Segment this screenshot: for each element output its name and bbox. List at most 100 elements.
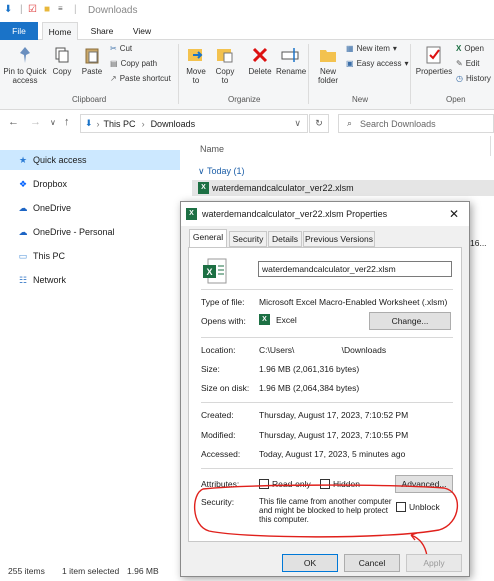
breadcrumb-this-pc[interactable]: This PC: [104, 119, 136, 129]
properties-button[interactable]: Properties: [414, 46, 454, 76]
ok-button[interactable]: OK: [282, 554, 338, 572]
refresh-button[interactable]: ↻: [309, 114, 329, 133]
new-folder-button[interactable]: New folder: [314, 46, 342, 85]
excel-file-icon: X: [198, 182, 209, 194]
sidebar-item-network[interactable]: ☷ Network: [0, 270, 180, 290]
new-item-button[interactable]: ▦ New item ▾: [346, 44, 397, 53]
search-icon: ⌕: [347, 118, 353, 128]
address-bar[interactable]: ⬇ › This PC › Downloads ∨: [80, 114, 308, 133]
tab-file[interactable]: File: [0, 22, 38, 40]
ribbon-tabs: File Home Share View: [0, 22, 494, 41]
sidebar-item-label: This PC: [33, 251, 66, 261]
refresh-icon: ↻: [315, 118, 323, 128]
search-box[interactable]: ⌕ Search Downloads: [338, 114, 494, 133]
cut-label: Cut: [119, 44, 133, 53]
sidebar-item-onedrive[interactable]: ☁ OneDrive: [0, 198, 180, 218]
sidebar-item-this-pc[interactable]: ▭ This PC: [0, 246, 180, 266]
folder-arrow-icon[interactable]: ⬇: [4, 4, 12, 15]
cut-button[interactable]: ✂ Cut: [110, 44, 132, 53]
open-button[interactable]: X Open: [456, 44, 484, 53]
address-dropdown-icon[interactable]: ∨: [294, 118, 301, 129]
tab-home[interactable]: Home: [42, 22, 78, 41]
copy-label: Copy: [52, 67, 72, 76]
sidebar-item-label: Dropbox: [33, 179, 68, 189]
file-row[interactable]: X waterdemandcalculator_ver22.xlsm: [192, 180, 494, 196]
up-arrow-icon[interactable]: ↑: [64, 116, 70, 128]
new-folder-icon[interactable]: ■: [44, 4, 50, 15]
separator: |: [20, 4, 23, 15]
copy-button[interactable]: Copy: [50, 46, 74, 76]
chevron-down-icon: ▾: [404, 59, 409, 68]
copy-to-button[interactable]: Copy to: [212, 46, 238, 85]
recent-chevron-icon[interactable]: ∨: [50, 118, 56, 127]
easy-access-button[interactable]: ▣ Easy access ▾: [346, 59, 408, 68]
paste-label: Paste: [81, 67, 103, 76]
sidebar-item-dropbox[interactable]: ❖ Dropbox: [0, 174, 180, 194]
properties-dialog: X waterdemandcalculator_ver22.xlsm Prope…: [180, 201, 470, 577]
file-name: waterdemandcalculator_ver22.xlsm: [212, 183, 354, 193]
group-header-today[interactable]: ∨ Today (1): [198, 166, 244, 177]
edit-label: Edit: [465, 59, 480, 68]
divider: [490, 136, 491, 156]
back-arrow-icon[interactable]: ←: [8, 116, 19, 128]
rename-button[interactable]: Rename: [276, 46, 306, 76]
annotation-arrow: [410, 532, 428, 557]
sidebar-item-onedrive-personal[interactable]: ☁ OneDrive - Personal: [0, 222, 180, 242]
move-to-button[interactable]: Move to: [184, 46, 208, 85]
separator: |: [74, 4, 77, 15]
divider: [178, 44, 179, 104]
excel-icon: X: [186, 208, 197, 220]
forward-arrow-icon[interactable]: →: [30, 116, 41, 128]
window-title: Downloads: [88, 5, 138, 16]
search-placeholder: Search Downloads: [360, 118, 436, 129]
customize-dropdown-icon[interactable]: ≡: [58, 4, 63, 13]
copy-path-button[interactable]: ▤ Copy path: [110, 59, 157, 68]
cloud-icon: ☁: [18, 202, 28, 213]
open-label: Open: [464, 44, 484, 53]
breadcrumb-chevron-icon: ›: [96, 118, 100, 129]
group-new: New: [352, 95, 369, 104]
paste-button[interactable]: Paste: [78, 46, 106, 76]
download-arrow-icon: ⬇: [85, 118, 93, 128]
column-header-name[interactable]: Name: [200, 144, 224, 154]
sidebar-item-label: Quick access: [33, 155, 87, 165]
chevron-down-icon: ▾: [392, 44, 397, 53]
breadcrumb-downloads[interactable]: Downloads: [151, 119, 196, 129]
paste-shortcut-button[interactable]: ↗ Paste shortcut: [110, 74, 171, 83]
divider: [410, 44, 411, 104]
tab-previous-versions[interactable]: Previous Versions: [303, 231, 375, 247]
copy-path-label: Copy path: [120, 59, 158, 68]
new-item-label: New item: [356, 44, 390, 53]
network-icon: ☷: [18, 274, 28, 285]
history-button[interactable]: ◷ History: [456, 74, 491, 83]
pin-label: Pin to Quick access: [3, 67, 47, 85]
tab-security[interactable]: Security: [229, 231, 267, 247]
properties-check-icon[interactable]: ☑: [28, 4, 37, 15]
cancel-button[interactable]: Cancel: [344, 554, 400, 572]
paste-shortcut-label: Paste shortcut: [119, 74, 171, 83]
tab-details[interactable]: Details: [268, 231, 302, 247]
annotation-ellipse: [194, 484, 459, 538]
paste-icon: [85, 48, 99, 64]
pin-icon: [20, 47, 30, 63]
pin-quick-access-button[interactable]: Pin to Quick access: [2, 46, 48, 85]
rename-icon: [281, 48, 299, 62]
computer-icon: ▭: [18, 250, 28, 261]
red-annotation-overlay: [194, 484, 459, 557]
tab-general[interactable]: General: [189, 229, 227, 248]
dialog-title-bar: X waterdemandcalculator_ver22.xlsm Prope…: [181, 202, 469, 226]
copy-path-icon: ▤: [110, 59, 118, 68]
edit-button[interactable]: ✎ Edit: [456, 59, 480, 68]
chevron-down-icon: ∨: [198, 166, 205, 176]
general-panel: X waterdemandcalculator_ver22.xlsm Type …: [188, 247, 462, 557]
sidebar-item-quick-access[interactable]: ★ Quick access: [0, 150, 180, 170]
ribbon: Pin to Quick access Copy Paste ✂ Cut ▤ Cop…: [0, 40, 494, 110]
divider: [308, 44, 309, 104]
close-icon[interactable]: ✕: [449, 207, 459, 221]
tab-share[interactable]: Share: [84, 22, 120, 40]
rename-label: Rename: [276, 67, 307, 76]
easy-access-icon: ▣: [346, 59, 354, 68]
apply-button[interactable]: Apply: [406, 554, 462, 572]
delete-button[interactable]: Delete: [246, 46, 274, 76]
tab-view[interactable]: View: [124, 22, 160, 40]
